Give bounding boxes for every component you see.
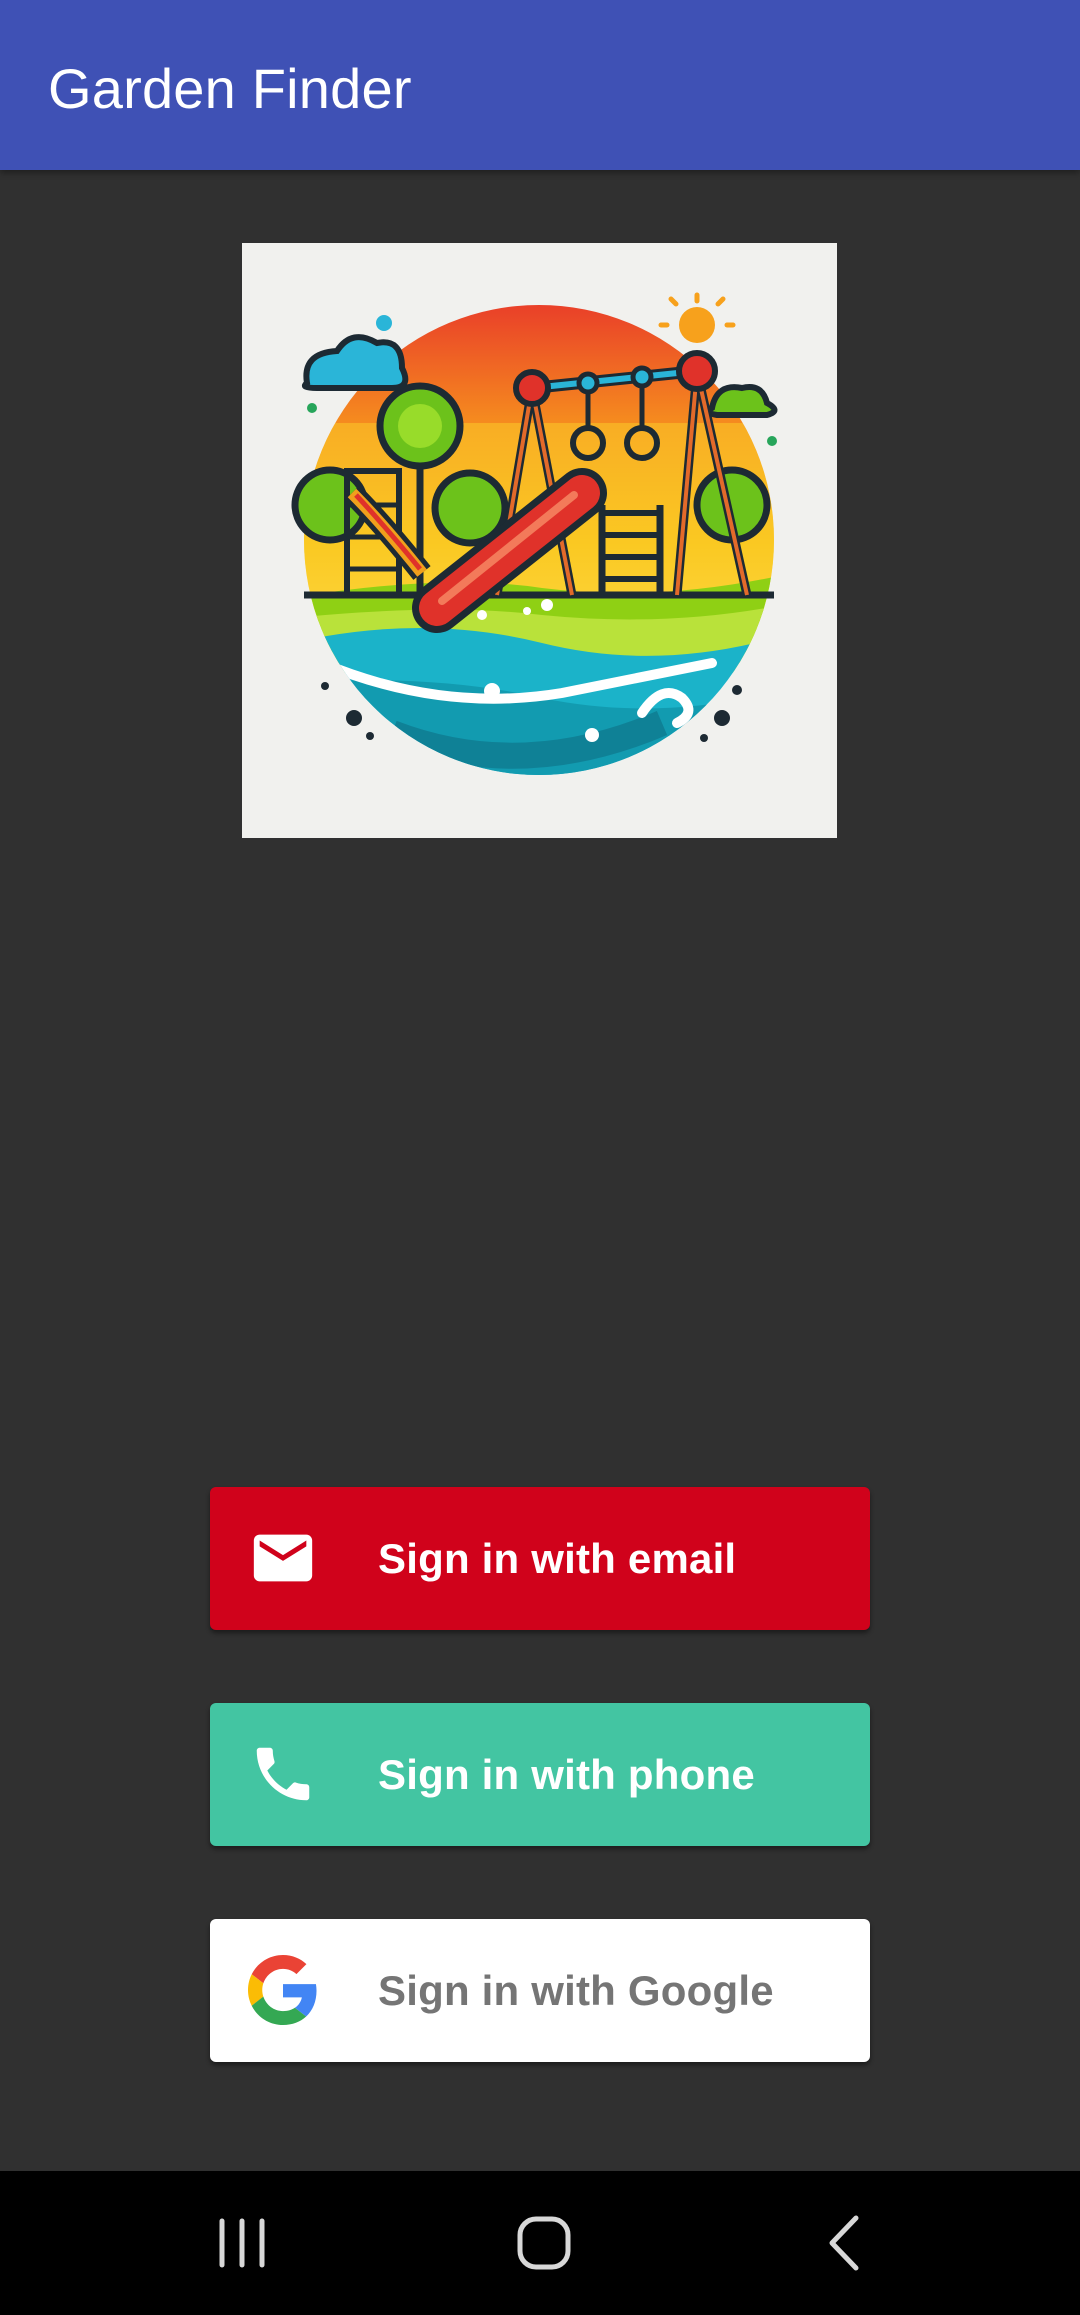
playground-logo-icon (242, 243, 837, 838)
app-logo (242, 243, 837, 838)
app-bar: Garden Finder (0, 0, 1080, 170)
sign-in-google-label: Sign in with Google (378, 1967, 774, 2014)
mail-icon (253, 1534, 313, 1582)
sign-in-phone-label: Sign in with phone (378, 1751, 755, 1798)
back-icon[interactable] (796, 2193, 896, 2293)
phone-icon (256, 1747, 310, 1801)
sign-in-phone-button[interactable]: Sign in with phone (210, 1703, 870, 1846)
system-nav-bar (0, 2171, 1080, 2315)
sign-in-email-label: Sign in with email (378, 1535, 737, 1582)
sign-in-google-button[interactable]: Sign in with Google (210, 1919, 870, 2062)
sign-in-email-button[interactable]: Sign in with email (210, 1487, 870, 1630)
recent-apps-icon[interactable] (192, 2193, 292, 2293)
app-title: Garden Finder (48, 57, 412, 120)
home-icon[interactable] (494, 2193, 594, 2293)
google-g-icon (248, 1955, 317, 2025)
